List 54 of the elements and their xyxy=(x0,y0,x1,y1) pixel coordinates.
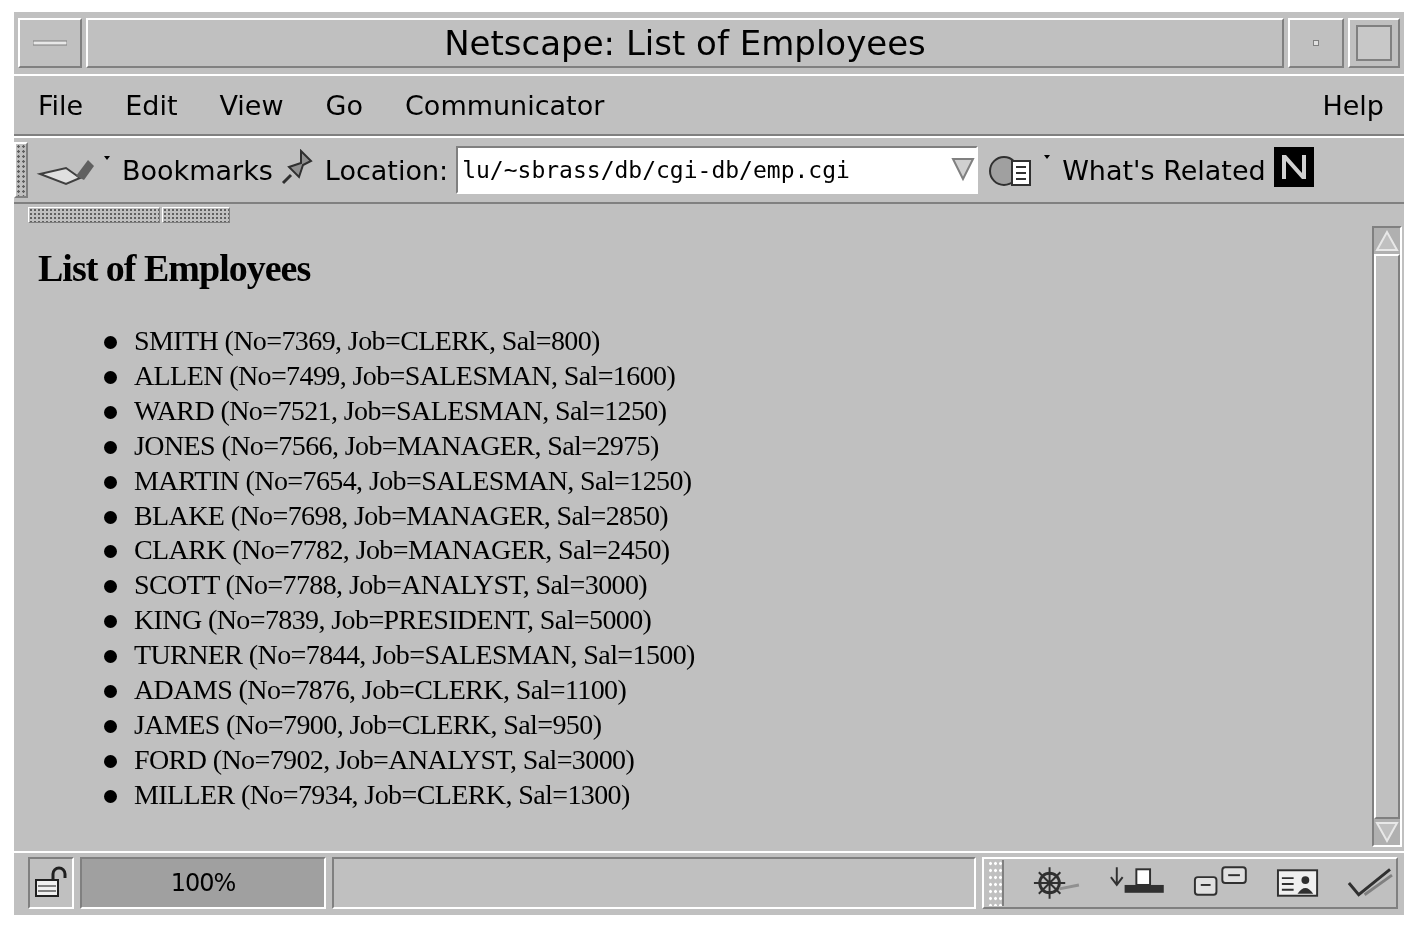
minimize-icon xyxy=(1313,40,1319,46)
bullet xyxy=(104,545,117,559)
bullet xyxy=(104,440,117,454)
toolbar-collapse-tab[interactable] xyxy=(162,207,230,223)
bullet xyxy=(104,615,117,629)
employee-entry: JONES (No=7566, Job=MANAGER, Sal=2975) xyxy=(134,429,659,461)
employee-entry: SCOTT (No=7788, Job=ANALYST, Sal=3000) xyxy=(134,569,648,601)
location-label: Location: xyxy=(324,154,449,186)
menu-item[interactable]: Communicator xyxy=(405,89,605,121)
employee-entry: ALLEN (No=7499, Job=SALESMAN, Sal=1600) xyxy=(134,359,676,391)
employee-entry: ADAMS (No=7876, Job=CLERK, Sal=1100) xyxy=(134,674,627,706)
bullet xyxy=(104,650,117,664)
minimize-button[interactable] xyxy=(1288,18,1344,68)
employee-entry: TURNER (No=7844, Job=SALESMAN, Sal=1500) xyxy=(134,639,695,671)
employee-entry: MILLER (No=7934, Job=CLERK, Sal=1300) xyxy=(134,778,630,810)
bookmarks-button[interactable]: Bookmarks xyxy=(36,152,273,188)
netscape-logo-icon xyxy=(1273,147,1314,187)
bullet xyxy=(104,336,117,349)
minus-icon xyxy=(33,40,67,46)
employee-entry: SMITH (No=7369, Job=CLERK, Sal=800) xyxy=(134,325,600,356)
bullet xyxy=(104,510,117,524)
bullet xyxy=(104,685,117,699)
component-bar-grip[interactable] xyxy=(988,860,1004,906)
maximize-button[interactable] xyxy=(1348,18,1400,68)
bullet xyxy=(104,405,117,419)
progress-reading: 100% xyxy=(170,869,236,897)
maximize-icon xyxy=(1356,25,1392,61)
bullet xyxy=(104,789,117,803)
employee-entry: CLARK (No=7782, Job=MANAGER, Sal=2450) xyxy=(134,534,670,566)
menu-item[interactable]: File xyxy=(38,89,84,121)
menu-item[interactable]: Go xyxy=(325,89,363,121)
bullet xyxy=(104,475,117,489)
window-menu-button[interactable] xyxy=(18,18,82,68)
window-title: Netscape: List of Employees xyxy=(86,18,1284,68)
employee-entry: JAMES (No=7900, Job=CLERK, Sal=950) xyxy=(134,708,602,740)
bullet xyxy=(104,370,117,384)
toolbar-grip[interactable] xyxy=(14,142,28,198)
menu-item[interactable]: Help xyxy=(1322,89,1384,121)
bullet xyxy=(104,754,117,768)
employee-entry: WARD (No=7521, Job=SALESMAN, Sal=1250) xyxy=(134,394,667,426)
unlocked-padlock-icon[interactable] xyxy=(33,866,69,900)
employee-entry: FORD (No=7902, Job=ANALYST, Sal=3000) xyxy=(134,743,635,775)
bullet xyxy=(104,719,117,733)
page-heading: List of Employees xyxy=(38,246,312,290)
toolbar-collapse-tab[interactable] xyxy=(28,207,160,223)
menu-item[interactable]: View xyxy=(219,89,284,121)
employee-entry: MARTIN (No=7654, Job=SALESMAN, Sal=1250) xyxy=(134,464,692,496)
location-field[interactable]: lu/~sbrass/db/cgi-db/emp.cgi xyxy=(456,146,979,194)
employee-entry: BLAKE (No=7698, Job=MANAGER, Sal=2850) xyxy=(134,499,668,531)
whats-related-button[interactable]: What's Related xyxy=(986,151,1266,189)
address-card-icon[interactable] xyxy=(1276,866,1320,900)
employee-entry: KING (No=7839, Job=PRESIDENT, Sal=5000) xyxy=(134,604,652,636)
bullet xyxy=(104,580,117,594)
menu-item[interactable]: Edit xyxy=(125,89,178,121)
